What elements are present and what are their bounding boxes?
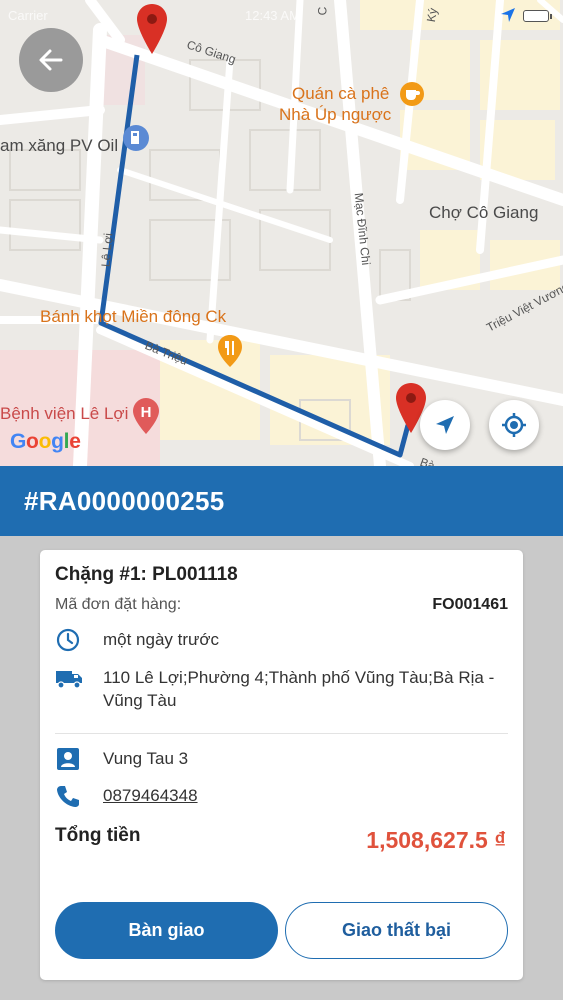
gas-station-poi-icon [123,125,149,151]
back-button[interactable] [19,28,83,92]
status-bar: Carrier 12:43 AM [0,6,563,26]
map-base-layer: H [0,0,563,466]
handover-button[interactable]: Bàn giao [55,902,278,959]
crosshair-icon [502,413,526,437]
contact-name: Vung Tau 3 [103,749,189,768]
cafe-label-line2: Nhà Úp ngược [279,105,392,124]
hospital-label: Bệnh viện Lê Lợi [0,404,129,423]
navigation-arrow-icon [436,416,454,434]
delivery-stage-card: Chặng #1: PL001118 Mã đơn đặt hàng: FO00… [40,550,523,980]
total-label: Tổng tiền [55,825,141,846]
gas-station-label: am xăng PV Oil [0,136,119,155]
navigate-button[interactable] [420,400,470,450]
delivery-failed-button[interactable]: Giao thất bại [285,902,508,959]
cafe-label: Quán cà phê [292,84,390,103]
phone-icon [57,786,79,807]
cafe-poi-icon [400,82,424,106]
carrier-label: Carrier [8,8,48,23]
map-view[interactable]: H Cô Giang Ký C Lê Lợi Mạc Đĩnh Chi Bà T… [0,0,563,466]
contact-card-icon [57,748,79,770]
status-time: 12:43 AM [245,8,300,23]
restaurant-label: Bánh khọt Miền đông Ck [40,307,227,326]
battery-icon [523,10,552,22]
time-text: một ngày trước [103,630,220,649]
phone-link[interactable]: 0879464348 [103,784,508,807]
arrow-left-icon [39,49,63,71]
svg-text:H: H [141,404,152,421]
location-arrow-icon [501,8,515,22]
order-number-value: FO001461 [432,596,508,613]
clock-icon [56,628,80,652]
order-number-row: Mã đơn đặt hàng: FO001461 [55,596,508,614]
truck-icon [56,671,82,689]
my-location-button[interactable] [489,400,539,450]
order-number-label: Mã đơn đặt hàng: [55,596,182,613]
total-amount: 1,508,627.5 ₫ [366,827,506,853]
market-label: Chợ Cô Giang [429,203,539,222]
address-text: 110 Lê Lợi;Phường 4;Thành phố Vũng Tàu;B… [103,668,495,710]
google-logo: Google [10,430,81,453]
order-code: #RA0000000255 [24,486,225,516]
divider [55,733,508,734]
stage-title: Chặng #1: PL001118 [55,564,238,585]
street-label: Lê Lợi [98,232,116,268]
order-header: #RA0000000255 [0,466,563,536]
